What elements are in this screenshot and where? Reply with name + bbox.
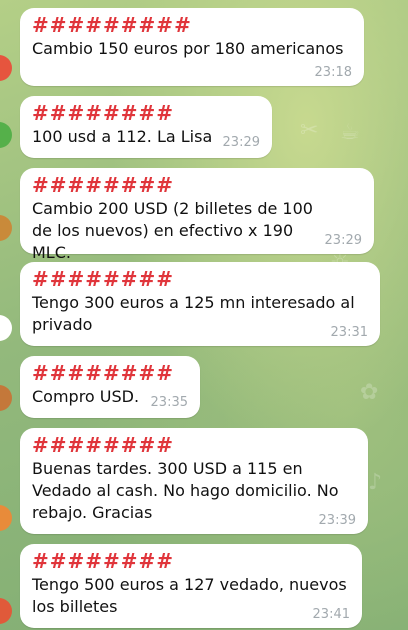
message-time: 23:18 [314,65,352,80]
sender-name[interactable]: ######## [32,550,350,572]
sender-name[interactable]: ######## [32,102,260,124]
doodle-icon: ✿ [360,380,379,405]
doodle-icon: ♪ [368,470,383,495]
message-time: 23:35 [150,395,188,410]
sender-name[interactable]: ######## [32,362,188,384]
message-text-content: Compro USD. [32,387,140,406]
message-bubble[interactable]: ######## Tengo 500 euros a 127 vedado, n… [20,544,362,628]
sender-name[interactable]: ######## [32,174,362,196]
doodle-icon: ✂ [300,118,319,143]
message-text: 100 usd a 112. La Lisa 23:29 [32,126,260,150]
sender-name[interactable]: ######### [32,14,352,36]
message-bubble[interactable]: ######## Buenas tardes. 300 USD a 115 en… [20,428,368,534]
message-time: 23:29 [324,233,362,248]
message-bubble[interactable]: ######## Tengo 300 euros a 125 mn intere… [20,262,380,346]
message-time: 23:29 [222,135,260,150]
message-text: Buenas tardes. 300 USD a 115 en Vedado a… [32,459,339,522]
message-text: Compro USD. 23:35 [32,386,188,410]
message-text: Cambio 200 USD (2 billetes de 100 de los… [32,199,313,262]
message-time: 23:31 [330,325,368,340]
message-text: Tengo 500 euros a 127 vedado, nuevos los… [32,575,347,616]
message-text: Tengo 300 euros a 125 mn interesado al p… [32,293,355,334]
sender-name[interactable]: ######## [32,268,368,290]
message-text-content: 100 usd a 112. La Lisa [32,127,213,146]
message-text: Cambio 150 euros por 180 americanos [32,39,344,58]
message-bubble[interactable]: ######## 100 usd a 112. La Lisa 23:29 [20,96,272,158]
message-bubble[interactable]: ######## Cambio 200 USD (2 billetes de 1… [20,168,374,262]
message-bubble[interactable]: ######## Compro USD. 23:35 [20,356,200,418]
doodle-icon: ☕ [340,120,360,145]
sender-name[interactable]: ######## [32,434,356,456]
message-time: 23:39 [318,513,356,528]
message-time: 23:41 [312,607,350,622]
message-bubble[interactable]: ######### Cambio 150 euros por 180 ameri… [20,8,364,86]
